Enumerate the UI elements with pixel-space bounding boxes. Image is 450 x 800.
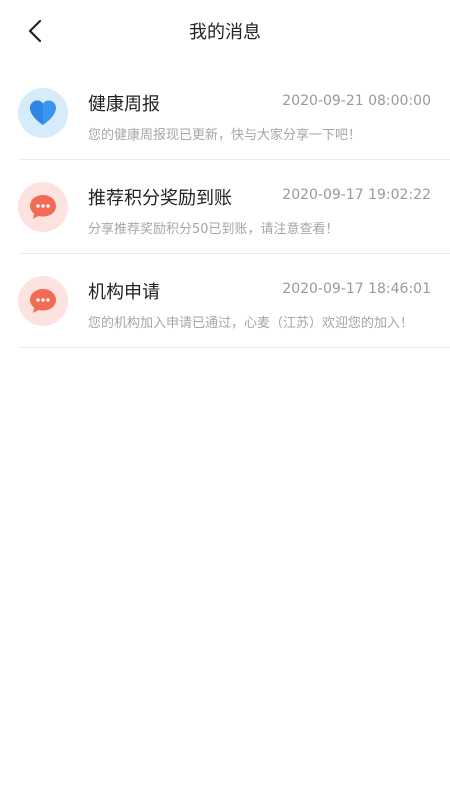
page-title: 我的消息 — [189, 22, 261, 43]
heart-icon — [30, 100, 56, 125]
message-snippet: 您的机构加入申请已通过，心麦（江苏）欢迎您的加入！ — [88, 316, 414, 331]
message-avatar — [18, 88, 68, 138]
message-item-institution-application[interactable]: 机构申请 2020-09-17 18:46:01 您的机构加入申请已通过，心麦（… — [18, 254, 450, 348]
message-title: 机构申请 — [88, 282, 160, 303]
message-avatar — [18, 182, 68, 232]
message-item-health-weekly[interactable]: 健康周报 2020-09-21 08:00:00 您的健康周报现已更新，快与大家… — [18, 66, 450, 160]
chat-bubble-icon — [30, 289, 56, 313]
message-time: 2020-09-21 08:00:00 — [282, 93, 431, 109]
navigation-bar: 我的消息 — [0, 0, 450, 62]
message-time: 2020-09-17 19:02:22 — [282, 187, 431, 203]
chevron-left-icon — [28, 19, 42, 43]
message-time: 2020-09-17 18:46:01 — [282, 281, 431, 297]
app-screen: 我的消息 健康周报 2020-09-21 08:00:00 您的健康周报现已更新… — [0, 0, 450, 800]
message-snippet: 分享推荐奖励积分50已到账，请注意查看！ — [88, 222, 339, 237]
message-snippet: 您的健康周报现已更新，快与大家分享一下吧！ — [88, 128, 362, 143]
chat-bubble-icon — [30, 195, 56, 219]
message-title: 健康周报 — [88, 94, 160, 115]
message-avatar — [18, 276, 68, 326]
message-title: 推荐积分奖励到账 — [88, 188, 232, 209]
message-list: 健康周报 2020-09-21 08:00:00 您的健康周报现已更新，快与大家… — [0, 66, 450, 348]
back-button[interactable] — [18, 14, 52, 48]
message-item-referral-reward[interactable]: 推荐积分奖励到账 2020-09-17 19:02:22 分享推荐奖励积分50已… — [18, 160, 450, 254]
